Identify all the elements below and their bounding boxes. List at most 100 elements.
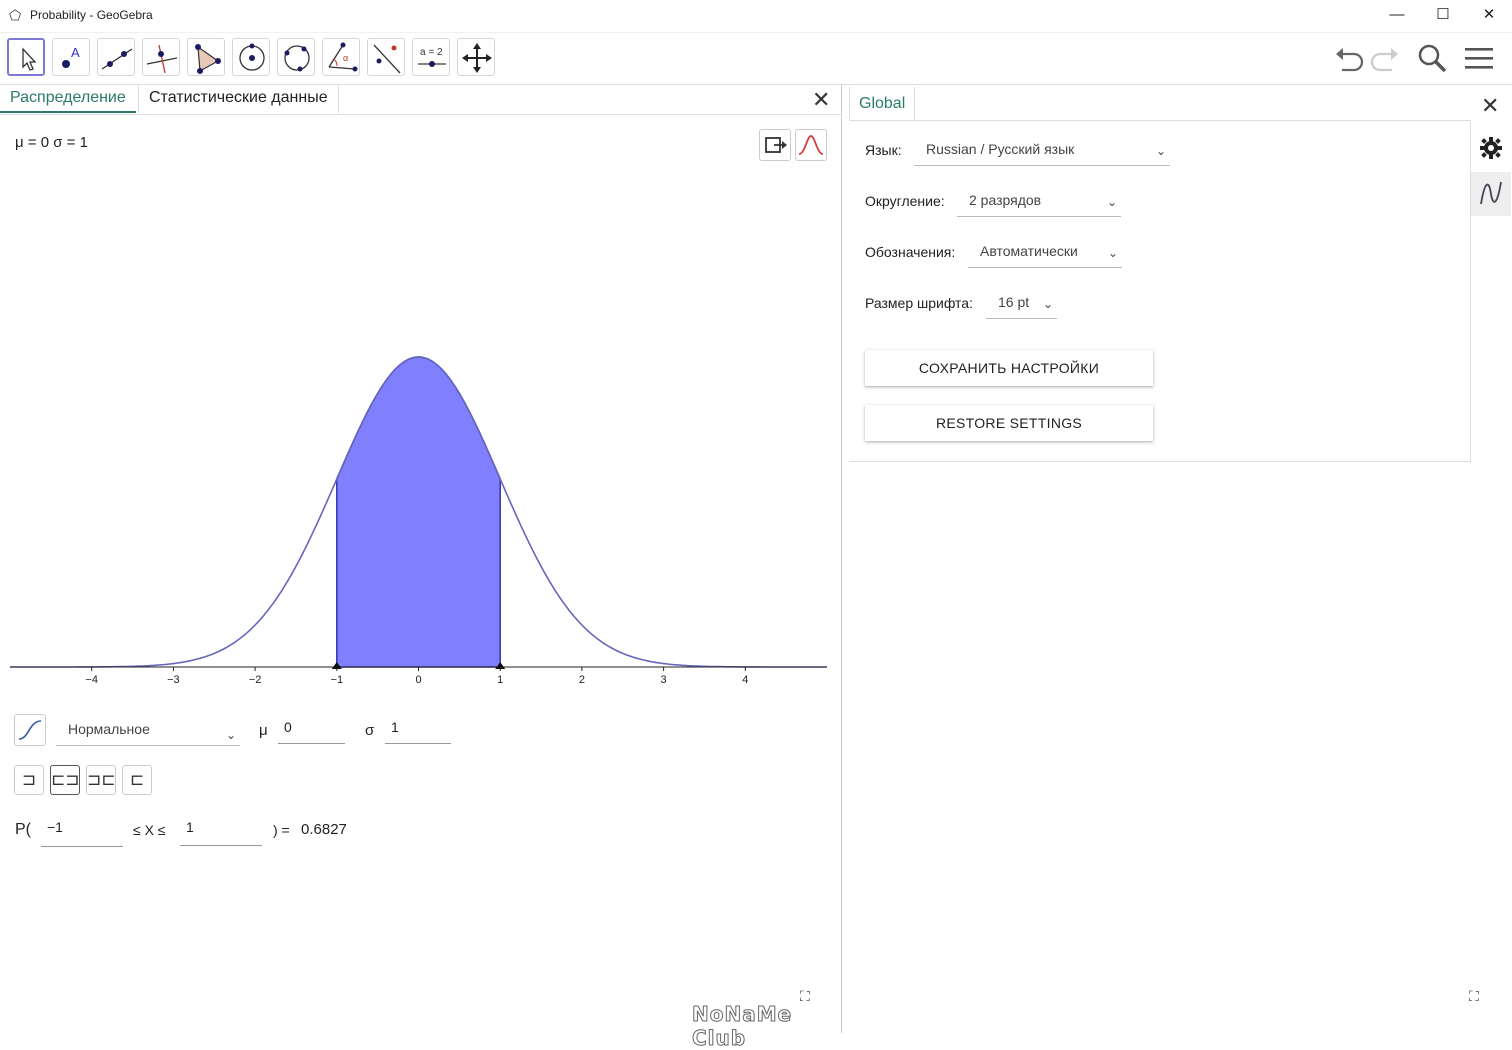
labeling-select-value: Автоматически — [980, 243, 1078, 259]
circle-three-points-tool-button[interactable] — [277, 38, 315, 76]
minimize-button[interactable]: — — [1374, 0, 1420, 32]
font-size-label: Размер шрифта: — [865, 295, 973, 311]
svg-text:A: A — [71, 45, 80, 60]
perpendicular-line-icon — [146, 44, 178, 74]
line-icon — [101, 48, 133, 70]
mu-input[interactable]: 0 — [278, 714, 345, 744]
angle-tool-button[interactable]: α — [322, 38, 360, 76]
right-sided-button[interactable]: ⊏ — [122, 765, 152, 795]
redo-button[interactable] — [1368, 40, 1404, 76]
language-select[interactable]: Russian / Русский язык ⌄ — [914, 133, 1170, 166]
normal-overlay-button[interactable] — [795, 129, 827, 161]
x-tick-label: 0 — [415, 674, 421, 686]
circle-three-points-icon — [284, 45, 310, 72]
global-settings-box: Язык: Russian / Русский язык ⌄ Округлени… — [849, 120, 1471, 462]
chevron-down-icon: ⌄ — [1155, 144, 1166, 158]
distribution-select[interactable]: Нормальное ⌄ — [56, 716, 240, 746]
hamburger-menu-icon — [1465, 48, 1493, 69]
close-settings-icon[interactable]: ✕ — [1481, 93, 1499, 119]
rounding-select[interactable]: 2 разрядов ⌄ — [957, 184, 1121, 217]
close-window-button[interactable]: ✕ — [1466, 0, 1512, 32]
title-bar: ⬠ Probability - GeoGebra — ☐ ✕ — [0, 0, 1512, 33]
language-select-value: Russian / Русский язык — [926, 141, 1075, 157]
distribution-chart: −4 −3 −2 −1 0 1 2 3 4 — [10, 356, 827, 686]
search-button[interactable] — [1414, 40, 1450, 76]
two-tailed-button[interactable]: ⊐⊏ — [86, 765, 116, 795]
settings-fullscreen-icon[interactable]: ⛶ — [1469, 988, 1479, 1005]
circle-center-tool-button[interactable] — [232, 38, 270, 76]
graphics-side-button[interactable] — [1471, 172, 1511, 216]
tab-distribution[interactable]: Распределение — [0, 84, 136, 113]
main-menu-button[interactable] — [1461, 40, 1497, 76]
point-tool-button[interactable]: A — [52, 38, 90, 76]
move-tool-button[interactable] — [7, 38, 45, 76]
interval-button[interactable]: ⊏⊐ — [50, 765, 80, 795]
slider-icon-label: a = 2 — [420, 47, 443, 58]
move-view-tool-button[interactable] — [457, 38, 495, 76]
tab-statistics[interactable]: Статистические данные — [138, 84, 339, 113]
x-tick-label: 3 — [661, 674, 667, 686]
reflect-tool-button[interactable] — [367, 38, 405, 76]
sigma-label: σ — [365, 722, 375, 739]
move-view-icon — [462, 43, 492, 73]
x-tick-label: 2 — [579, 674, 585, 686]
probability-shaded-area — [336, 356, 501, 668]
rounding-select-value: 2 разрядов — [969, 192, 1042, 208]
lower-bound-input[interactable]: −1 — [41, 814, 123, 847]
chevron-down-icon: ⌄ — [1042, 297, 1053, 311]
gear-icon — [1480, 137, 1502, 159]
upper-bound-input[interactable]: 1 — [180, 814, 262, 846]
chevron-down-icon: ⌄ — [1106, 195, 1117, 209]
line-tool-button[interactable] — [97, 38, 135, 76]
geogebra-logo-icon: ⬠ — [9, 7, 22, 23]
rounding-label: Округление: — [865, 193, 945, 209]
settings-panel: Global ✕ Язык: Russian / Русский язык ⌄ … — [849, 84, 1512, 1033]
x-tick-label: −2 — [249, 674, 262, 686]
cumulative-toggle-button[interactable] — [14, 714, 46, 746]
labeling-label: Обозначения: — [865, 244, 956, 260]
probability-panel: Распределение Статистические данные ✕ μ … — [0, 84, 842, 1050]
perpendicular-tool-button[interactable] — [142, 38, 180, 76]
circle-center-icon — [239, 43, 265, 71]
labeling-select[interactable]: Автоматически ⌄ — [968, 235, 1122, 268]
x-tick-label: −3 — [167, 674, 180, 686]
left-sided-button[interactable]: ⊐ — [14, 765, 44, 795]
save-settings-button[interactable]: СОХРАНИТЬ НАСТРОЙКИ — [865, 350, 1153, 386]
slider-tool-button[interactable]: a = 2 — [412, 38, 450, 76]
polygon-icon — [195, 44, 221, 74]
between-label: ≤ X ≤ — [133, 822, 166, 838]
search-icon — [1418, 44, 1447, 73]
settings-side-button[interactable] — [1471, 126, 1511, 170]
restore-settings-button[interactable]: RESTORE SETTINGS — [865, 405, 1153, 441]
point-icon: A — [62, 45, 80, 68]
distribution-select-value: Нормальное — [68, 721, 150, 737]
undo-button[interactable] — [1330, 40, 1366, 76]
reflect-line-icon — [373, 44, 401, 74]
arrow-cursor-icon — [22, 47, 37, 71]
language-label: Язык: — [865, 142, 902, 158]
watermark-logo: NoNaMe Club — [692, 1002, 793, 1050]
probability-close-label: ) = — [273, 822, 290, 838]
slider-icon: a = 2 — [418, 47, 446, 67]
probability-open-label: P( — [15, 821, 31, 838]
window-title: Probability - GeoGebra — [30, 8, 153, 22]
polygon-tool-button[interactable] — [187, 38, 225, 76]
font-size-select[interactable]: 16 pt ⌄ — [986, 286, 1057, 319]
export-icon — [765, 137, 787, 153]
x-tick-label: −1 — [331, 674, 344, 686]
chevron-down-icon: ⌄ — [1107, 246, 1118, 260]
sigma-input[interactable]: 1 — [385, 714, 451, 744]
tab-global[interactable]: Global — [849, 87, 916, 121]
close-panel-icon[interactable]: ✕ — [812, 87, 830, 113]
distribution-parameters: μ = 0 σ = 1 — [15, 134, 88, 151]
undo-icon — [1336, 48, 1364, 72]
font-size-select-value: 16 pt — [998, 294, 1030, 310]
svg-text:α: α — [343, 53, 348, 63]
x-tick-label: 1 — [497, 674, 503, 686]
cumulative-curve-icon — [18, 720, 42, 740]
probability-tabs: Распределение Статистические данные ✕ — [0, 84, 841, 115]
x-axis-ticks: −4 −3 −2 −1 0 1 2 3 4 — [85, 667, 748, 686]
export-button[interactable] — [759, 129, 791, 161]
maximize-button[interactable]: ☐ — [1420, 0, 1466, 32]
x-tick-label: 4 — [742, 674, 748, 686]
